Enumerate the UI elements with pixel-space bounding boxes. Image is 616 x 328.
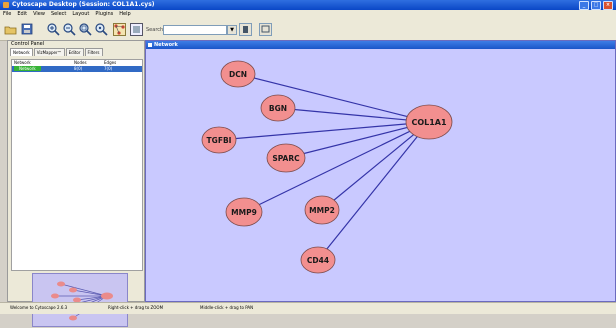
status-welcome: Welcome to Cytoscape 2.6.3 (10, 305, 68, 310)
zoom-out-icon[interactable] (62, 22, 76, 36)
control-panel-tabs: Network VizMapper™ Editor Filters (8, 48, 144, 56)
network-window-title-bar: Network (146, 41, 615, 49)
search-options-icon[interactable] (238, 22, 252, 36)
node-label: MMP9 (231, 208, 257, 217)
tab-filters[interactable]: Filters (84, 48, 103, 56)
network-table: Network Nodes Edges Network 8(0) 7(0) (11, 59, 143, 271)
edge-cd44-col1a1[interactable] (317, 121, 430, 261)
node-label: BGN (269, 104, 287, 113)
status-zoom-hint: Right-click + drag to ZOOM (108, 305, 164, 310)
minimize-button[interactable]: _ (579, 1, 589, 10)
network-canvas[interactable]: COL1A1 DCN BGN TGFBI SPARC MMP9 MMP2 CD44 (148, 49, 614, 301)
node-tgfbi[interactable]: TGFBI (201, 126, 237, 154)
maximize-button[interactable]: □ (591, 1, 601, 10)
network-overview-panel[interactable] (32, 273, 128, 327)
menu-select[interactable]: Select (51, 10, 66, 18)
network-icon[interactable] (112, 22, 126, 36)
tab-network[interactable]: Network (10, 48, 33, 56)
edges-count: 7(0) (104, 66, 113, 71)
app-icon (3, 2, 9, 8)
menu-view[interactable]: View (33, 10, 45, 18)
node-cd44[interactable]: CD44 (300, 246, 336, 274)
save-icon[interactable] (20, 22, 34, 36)
status-bar: Welcome to Cytoscape 2.6.3 Right-click +… (0, 302, 616, 314)
node-label: CD44 (307, 256, 329, 265)
node-mmp2[interactable]: MMP2 (304, 195, 340, 225)
search-settings-icon[interactable] (258, 22, 272, 36)
tab-vizmapper[interactable]: VizMapper™ (33, 48, 65, 56)
menu-edit[interactable]: Edit (17, 10, 27, 18)
search-input[interactable] (163, 25, 227, 35)
control-panel: Control Panel Network VizMapper™ Editor … (7, 40, 145, 327)
node-dcn[interactable]: DCN (220, 60, 256, 88)
window-title-bar: Cytoscape Desktop (Session: COL1A1.cys) … (0, 0, 616, 10)
zoom-in-icon[interactable] (46, 22, 60, 36)
open-icon[interactable] (3, 22, 17, 36)
network-name: Network (14, 66, 41, 71)
network-overview-graphic (51, 281, 113, 321)
toolbar: Search: ▼ (0, 18, 616, 41)
control-panel-title: Control Panel (11, 41, 45, 47)
network-window-title: Network (154, 42, 178, 48)
search-dropdown-button[interactable]: ▼ (227, 25, 237, 35)
menu-help[interactable]: Help (119, 10, 130, 18)
node-col1a1[interactable]: COL1A1 (405, 104, 453, 140)
menu-plugins[interactable]: Plugins (95, 10, 113, 18)
tab-editor[interactable]: Editor (65, 48, 84, 56)
zoom-fit-icon[interactable] (78, 22, 92, 36)
node-label: SPARC (272, 154, 300, 163)
node-label: COL1A1 (411, 118, 447, 127)
node-sparc[interactable]: SPARC (266, 143, 306, 173)
zoom-selected-icon[interactable] (94, 22, 108, 36)
vizmapper-icon[interactable] (129, 22, 143, 36)
nodes-count: 8(0) (74, 66, 83, 71)
network-window-icon (148, 43, 152, 47)
node-label: MMP2 (309, 206, 335, 215)
menu-bar: File Edit View Select Layout Plugins Hel… (0, 10, 616, 18)
node-mmp9[interactable]: MMP9 (225, 197, 263, 227)
menu-file[interactable]: File (3, 10, 11, 18)
menu-layout[interactable]: Layout (72, 10, 89, 18)
node-label: DCN (229, 70, 247, 79)
node-label: TGFBI (207, 136, 232, 145)
table-row[interactable]: Network 8(0) 7(0) (12, 66, 142, 72)
window-title: Cytoscape Desktop (Session: COL1A1.cys) (12, 1, 155, 8)
status-pan-hint: Middle-click + drag to PAN (200, 305, 254, 310)
node-bgn[interactable]: BGN (260, 94, 296, 122)
close-button[interactable]: × (603, 1, 613, 10)
network-name-cell: Network (12, 66, 74, 72)
